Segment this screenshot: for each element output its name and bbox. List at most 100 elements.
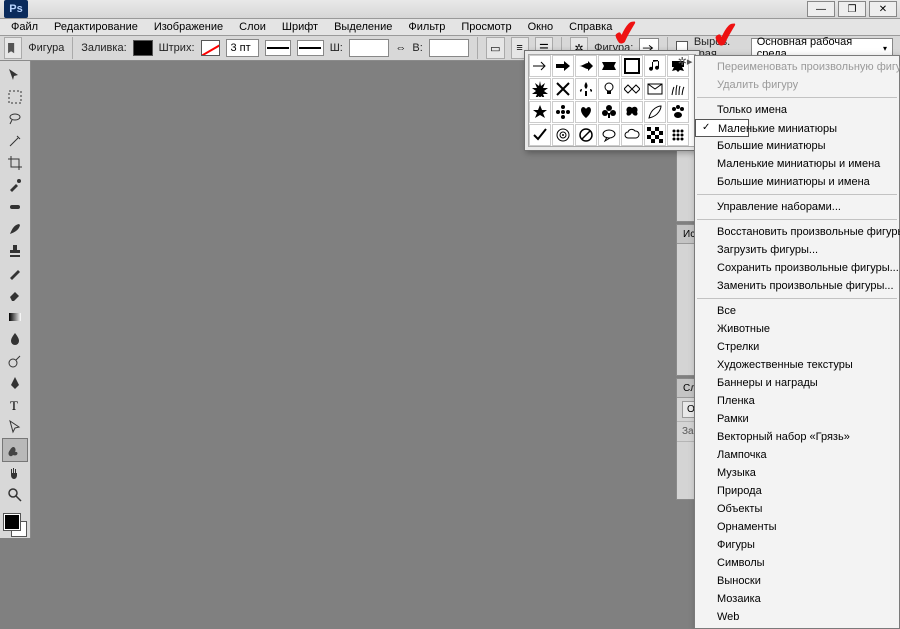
menu-type[interactable]: Шрифт [275, 19, 325, 35]
shape-diamond-grid[interactable] [621, 78, 643, 100]
blur-tool[interactable] [3, 328, 27, 350]
menu-shape-set[interactable]: Музыка [695, 464, 899, 482]
shape-no[interactable] [575, 124, 597, 146]
menu-large-list[interactable]: Большие миниатюры и имена [695, 173, 899, 191]
path-ops-icon[interactable]: ▭ [486, 37, 504, 59]
shape-heart[interactable] [575, 101, 597, 123]
menu-select[interactable]: Выделение [327, 19, 399, 35]
menu-preset-manager[interactable]: Управление наборами... [695, 198, 899, 216]
type-tool[interactable]: T [3, 394, 27, 416]
menu-names-only[interactable]: Только имена [695, 101, 899, 119]
menu-shape-set[interactable]: Лампочка [695, 446, 899, 464]
menu-shape-set[interactable]: Символы [695, 554, 899, 572]
shape-speech[interactable] [598, 124, 620, 146]
shape-leaf[interactable] [644, 101, 666, 123]
menu-shape-set[interactable]: Мозаика [695, 590, 899, 608]
menu-shape-set[interactable]: Пленка [695, 392, 899, 410]
stroke-swatch[interactable] [201, 40, 221, 56]
menu-load-shapes[interactable]: Загрузить фигуры... [695, 241, 899, 259]
menu-shape-set[interactable]: Объекты [695, 500, 899, 518]
eyedropper-tool[interactable] [3, 174, 27, 196]
menu-view[interactable]: Просмотр [454, 19, 518, 35]
menu-shape-set[interactable]: Фигуры [695, 536, 899, 554]
shape-target[interactable] [552, 124, 574, 146]
menu-shape-set[interactable]: Выноски [695, 572, 899, 590]
shape-arrow-thin[interactable] [529, 55, 551, 77]
shape-dots[interactable] [667, 124, 689, 146]
shape-check[interactable] [529, 124, 551, 146]
brush-tool[interactable] [3, 218, 27, 240]
shape-paw[interactable] [667, 101, 689, 123]
menu-shape-set[interactable]: Стрелки [695, 338, 899, 356]
stroke-width-field[interactable]: 3 пт [226, 39, 258, 57]
shape-arrow-bold[interactable] [552, 55, 574, 77]
move-tool[interactable] [3, 64, 27, 86]
menu-filter[interactable]: Фильтр [401, 19, 452, 35]
menu-reset-shapes[interactable]: Восстановить произвольные фигуры... [695, 223, 899, 241]
shape-star[interactable] [529, 101, 551, 123]
menu-layer[interactable]: Слои [232, 19, 273, 35]
menu-large-thumbnails[interactable]: Большие миниатюры [695, 137, 899, 155]
history-brush-tool[interactable] [3, 262, 27, 284]
shape-music-note[interactable] [644, 55, 666, 77]
shape-butterfly[interactable] [621, 101, 643, 123]
shape-picker-menu-icon[interactable]: ✲▸ [676, 52, 694, 70]
menu-shape-set[interactable]: Все [695, 302, 899, 320]
menu-shape-set[interactable]: Рамки [695, 410, 899, 428]
hand-tool[interactable] [3, 462, 27, 484]
gradient-tool[interactable] [3, 306, 27, 328]
eraser-tool[interactable] [3, 284, 27, 306]
tool-preset-icon[interactable] [4, 37, 22, 59]
menu-save-shapes[interactable]: Сохранить произвольные фигуры... [695, 259, 899, 277]
menu-shape-set[interactable]: Животные [695, 320, 899, 338]
shape-arrow-fancy[interactable] [575, 55, 597, 77]
shape-bulb[interactable] [598, 78, 620, 100]
minimize-button[interactable]: — [807, 1, 835, 17]
menu-window[interactable]: Окно [521, 19, 561, 35]
fill-swatch[interactable] [133, 40, 153, 56]
menu-shape-set[interactable]: Векторный набор «Грязь» [695, 428, 899, 446]
stroke-style-dd[interactable] [265, 40, 291, 56]
stamp-tool[interactable] [3, 240, 27, 262]
menu-small-thumbnails[interactable]: Маленькие миниатюры [695, 119, 749, 137]
menu-shape-set[interactable]: Орнаменты [695, 518, 899, 536]
menu-shape-set[interactable]: Природа [695, 482, 899, 500]
shape-grass[interactable] [667, 78, 689, 100]
stroke-options-dd[interactable] [297, 40, 323, 56]
crop-tool[interactable] [3, 152, 27, 174]
menu-shape-set[interactable]: Художественные текстуры [695, 356, 899, 374]
dodge-tool[interactable] [3, 350, 27, 372]
color-swatches[interactable] [2, 512, 28, 538]
height-field[interactable] [429, 39, 470, 57]
lasso-tool[interactable] [3, 108, 27, 130]
width-field[interactable] [349, 39, 390, 57]
shape-mode-label[interactable]: Фигура [28, 42, 64, 54]
shape-envelope[interactable] [644, 78, 666, 100]
menu-shape-set[interactable]: Web [695, 608, 899, 626]
shape-flower[interactable] [552, 101, 574, 123]
path-select-tool[interactable] [3, 416, 27, 438]
shape-banner[interactable] [598, 55, 620, 77]
close-button[interactable]: ✕ [869, 1, 897, 17]
shape-burst[interactable] [529, 78, 551, 100]
menu-help[interactable]: Справка [562, 19, 619, 35]
marquee-tool[interactable] [3, 86, 27, 108]
wand-tool[interactable] [3, 130, 27, 152]
menu-edit[interactable]: Редактирование [47, 19, 145, 35]
shape-frame[interactable] [621, 55, 643, 77]
shape-club[interactable] [598, 101, 620, 123]
zoom-tool[interactable] [3, 484, 27, 506]
menu-replace-shapes[interactable]: Заменить произвольные фигуры... [695, 277, 899, 295]
maximize-button[interactable]: ❐ [838, 1, 866, 17]
link-wh-icon[interactable]: ⇔ [395, 42, 406, 54]
menu-shape-set[interactable]: Баннеры и награды [695, 374, 899, 392]
shape-cloud[interactable] [621, 124, 643, 146]
custom-shape-tool[interactable] [2, 438, 28, 462]
menu-small-list[interactable]: Маленькие миниатюры и имена [695, 155, 899, 173]
healing-tool[interactable] [3, 196, 27, 218]
menu-file[interactable]: Файл [4, 19, 45, 35]
menu-image[interactable]: Изображение [147, 19, 230, 35]
pen-tool[interactable] [3, 372, 27, 394]
shape-fleur[interactable] [575, 78, 597, 100]
shape-cross[interactable] [552, 78, 574, 100]
